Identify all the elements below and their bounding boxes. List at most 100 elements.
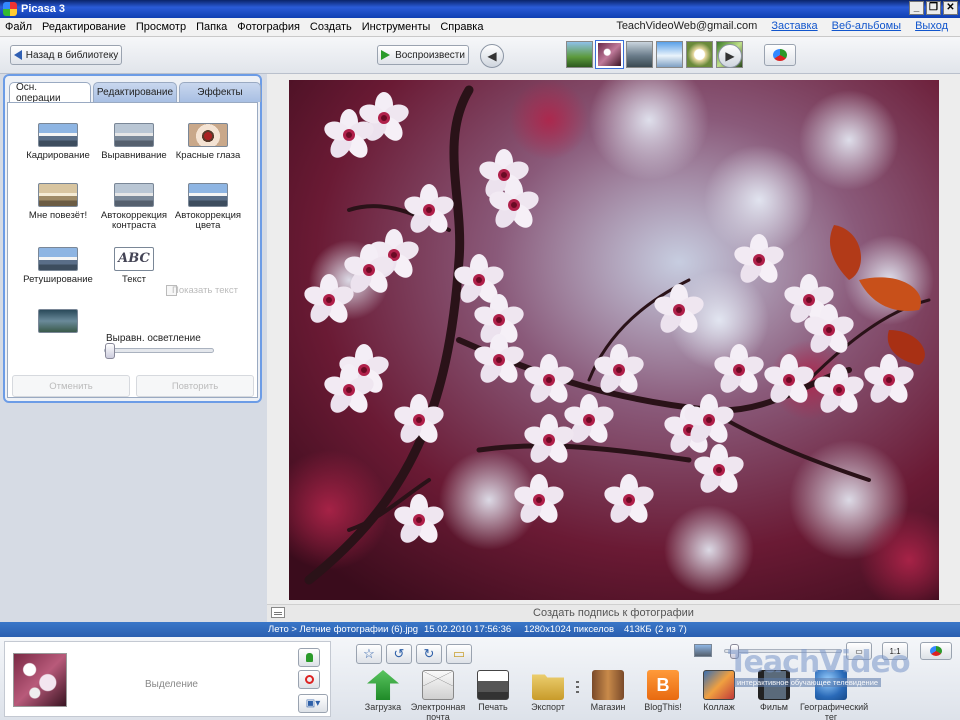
email-label: Электронная почта	[410, 702, 466, 720]
arrow-left-icon	[13, 50, 22, 60]
menu-bar: Файл Редактирование Просмотр Папка Фотог…	[0, 18, 960, 37]
play-icon	[381, 50, 391, 60]
tab-basic-fixes[interactable]: Осн. операции	[9, 82, 91, 104]
redeye-tool[interactable]: Красные глаза	[163, 123, 253, 161]
photo-viewer	[267, 74, 960, 604]
window-title: Picasa 3	[21, 3, 66, 15]
photo-cherry-blossoms[interactable]	[289, 80, 939, 600]
shop-action[interactable]: Магазин	[578, 670, 638, 712]
zoom-control	[694, 642, 844, 660]
fill-light-icon	[38, 309, 78, 333]
print-label: Печать	[478, 702, 508, 712]
auto-color-tool[interactable]: Автокоррекция цвета	[163, 183, 253, 231]
fill-light-tool	[13, 309, 103, 337]
rotate-left-button[interactable]: ↺	[386, 644, 412, 664]
window-controls: _ ❐ ✕	[909, 1, 958, 15]
menu-file[interactable]: Файл	[0, 21, 37, 33]
show-text-label: Показать текст	[172, 285, 238, 296]
actual-size-button[interactable]: 1:1	[882, 642, 908, 660]
back-to-library-button[interactable]: Назад в библиотеку	[10, 45, 122, 65]
menu-folder[interactable]: Папка	[191, 21, 232, 33]
email-action[interactable]: Электронная почта	[408, 670, 468, 720]
fit-view-button[interactable]: ▭	[846, 642, 872, 660]
tag-button[interactable]: ▭	[446, 644, 472, 664]
undo-button[interactable]: Отменить	[12, 375, 130, 397]
export-label: Экспорт	[531, 702, 565, 712]
filmstrip-thumb-selected[interactable]	[595, 40, 624, 69]
menu-help[interactable]: Справка	[435, 21, 488, 33]
file-path: Лето > Летние фотографии (6).jpg	[268, 624, 419, 635]
fill-light-slider[interactable]	[104, 343, 214, 359]
zoom-icon	[694, 644, 712, 657]
text-tool[interactable]: ABC Текст	[89, 247, 179, 285]
filmstrip-thumb[interactable]	[656, 41, 683, 68]
redeye-label: Красные глаза	[175, 150, 241, 161]
rotate-left-icon: ↺	[393, 646, 405, 661]
filmstrip-thumb[interactable]	[626, 41, 653, 68]
tab-tuning[interactable]: Редактирование	[93, 82, 177, 102]
lucky-label: Мне повезёт!	[28, 210, 88, 221]
hold-pin-button[interactable]	[298, 648, 320, 667]
star-button[interactable]: ☆	[356, 644, 382, 664]
next-photo-button[interactable]: ▶	[718, 44, 742, 68]
menu-tools[interactable]: Инструменты	[357, 21, 436, 33]
collage-label: Коллаж	[703, 702, 735, 712]
redo-button[interactable]: Повторить	[136, 375, 254, 397]
status-bar: Лето > Летние фотографии (6).jpg 15.02.2…	[0, 622, 960, 637]
file-size: 413КБ	[624, 624, 652, 635]
image-dimensions: 1280x1024 пикселов	[524, 624, 615, 635]
export-action[interactable]: Экспорт	[518, 670, 578, 712]
menu-view[interactable]: Просмотр	[131, 21, 191, 33]
quick-edit-buttons: ☆ ↺ ↻ ▭	[356, 644, 472, 664]
selection-label: Выделение	[145, 679, 198, 690]
eye-icon	[188, 123, 228, 147]
upload-action[interactable]: Загрузка	[353, 670, 413, 712]
caption-bar: Создать подпись к фотографии	[267, 604, 960, 622]
keyboard-icon[interactable]	[271, 607, 285, 618]
menu-edit[interactable]: Редактирование	[37, 21, 131, 33]
arrow-right-icon: ▶	[725, 49, 735, 63]
share-button[interactable]	[764, 44, 796, 66]
clear-selection-button[interactable]	[298, 670, 320, 689]
movie-action[interactable]: Фильм	[744, 670, 804, 712]
blogthis-action[interactable]: B BlogThis!	[633, 670, 693, 712]
zoom-slider[interactable]	[724, 644, 842, 659]
geotag-label: Географический тег	[800, 702, 869, 720]
filmstrip-thumb[interactable]	[686, 41, 713, 68]
fill-light-label: Выравн. осветление	[106, 333, 201, 344]
tab-effects[interactable]: Эффекты	[179, 82, 261, 102]
web-albums-link[interactable]: Веб-альбомы	[832, 20, 901, 32]
one-to-one-icon: 1:1	[889, 646, 901, 656]
caption-input[interactable]: Создать подпись к фотографии	[533, 607, 694, 619]
geotag-action[interactable]: Географический тег	[800, 670, 868, 720]
previous-photo-button[interactable]: ◀	[480, 44, 504, 68]
print-action[interactable]: Печать	[463, 670, 523, 712]
basic-fixes-panel: Кадрирование Выравнивание Красные глаза …	[7, 102, 258, 398]
close-button[interactable]: ✕	[943, 1, 958, 15]
filmstrip	[566, 40, 743, 71]
rotate-right-button[interactable]: ↻	[416, 644, 442, 664]
minimize-button[interactable]: _	[909, 1, 924, 15]
zoom-slider-handle[interactable]	[730, 644, 740, 659]
screensaver-link[interactable]: Заставка	[771, 20, 817, 32]
sign-out-link[interactable]: Выход	[915, 20, 948, 32]
blogger-icon: B	[647, 670, 679, 700]
auto-contrast-icon	[114, 183, 154, 207]
fill-light-slider-handle[interactable]	[105, 343, 115, 359]
pin-icon	[305, 653, 313, 662]
selected-photo-thumbnail[interactable]	[13, 653, 67, 707]
filmstrip-thumb[interactable]	[566, 41, 593, 68]
shop-label: Магазин	[590, 702, 626, 712]
photo-image	[289, 80, 939, 600]
collage-action[interactable]: Коллаж	[689, 670, 749, 712]
play-slideshow-button[interactable]: Воспроизвести	[377, 45, 469, 65]
globe-icon	[815, 670, 847, 700]
menu-create[interactable]: Создать	[305, 21, 357, 33]
file-datetime: 15.02.2010 17:56:36	[424, 624, 512, 635]
maximize-button[interactable]: ❐	[926, 1, 941, 15]
menu-picture[interactable]: Фотография	[232, 21, 305, 33]
color-adjust-button[interactable]	[920, 642, 952, 660]
tag-icon: ▭	[452, 646, 466, 661]
edit-panel: Осн. операции Редактирование Эффекты Кад…	[3, 74, 262, 403]
add-to-album-button[interactable]: ▣▾	[298, 694, 328, 713]
